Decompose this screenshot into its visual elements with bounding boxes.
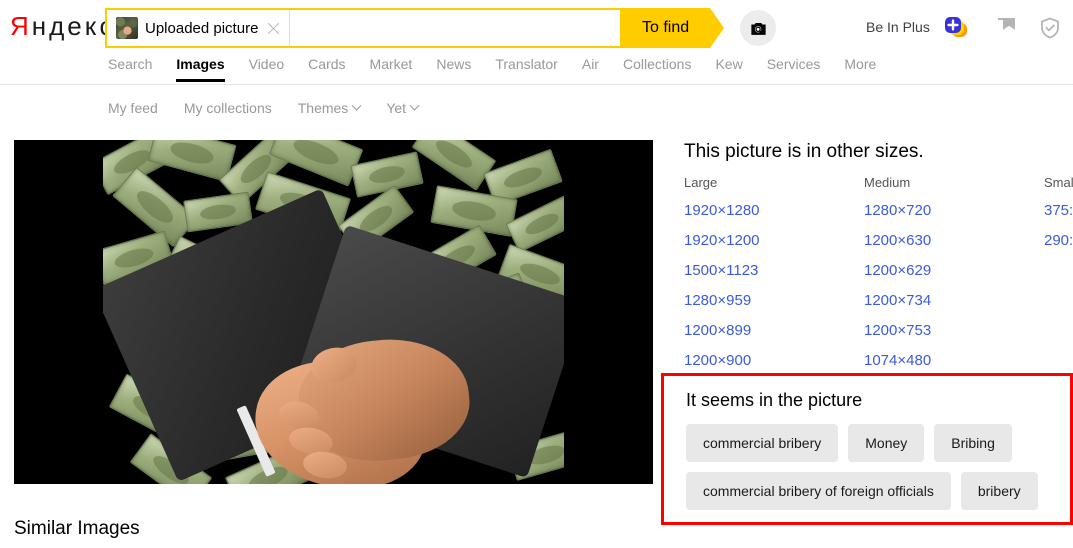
size-link[interactable]: 1200×900 (684, 352, 859, 369)
nav-item-market[interactable]: Market (358, 52, 425, 85)
size-column-title: Smal (1044, 175, 1073, 190)
it-seems-title: It seems in the picture (686, 390, 863, 410)
subnav-item-label: My collections (183, 100, 272, 116)
size-column-smal: Smal 375: 290: (1044, 175, 1073, 262)
shield-check-icon[interactable] (1038, 16, 1062, 40)
nav-item-kew[interactable]: Kew (703, 52, 754, 85)
bookmark-flag-icon[interactable] (994, 16, 1018, 40)
main-navigation: Search Images Video Cards Market News Translat… (0, 52, 1073, 85)
suggested-tag[interactable]: commercial bribery (686, 424, 839, 462)
size-column-large: Large 1920×1280 1920×1200 1500×1123 1280×959… (684, 175, 859, 382)
nav-item-translator[interactable]: Translator (483, 52, 570, 85)
nav-item-collections[interactable]: Collections (611, 52, 703, 85)
nav-item-services[interactable]: Services (755, 52, 833, 85)
yandex-logo[interactable]: Яндекс (10, 13, 115, 39)
other-sizes-columns: Large 1920×1280 1920×1200 1500×1123 1280×959… (684, 175, 1073, 369)
main-image-content (103, 140, 564, 484)
uploaded-picture-chip[interactable]: Uploaded picture (107, 10, 291, 46)
similar-images-heading: Similar Images (14, 518, 140, 539)
other-sizes-heading: This picture is in other sizes. (684, 141, 924, 162)
nav-item-search[interactable]: Search (108, 52, 164, 85)
search-field[interactable]: Uploaded picture (105, 8, 665, 48)
size-link[interactable]: 1280×720 (864, 202, 1039, 219)
yandex-images-result-page: Яндекс Uploaded picture To find Be In Pl… (0, 0, 1073, 548)
subnav-item-label: Yet (386, 100, 407, 116)
main-navigation-list: Search Images Video Cards Market News Translat… (108, 52, 888, 85)
search-input[interactable] (290, 10, 665, 46)
suggested-tags-list: commercial bribery Money Bribing commercial… (686, 424, 1073, 510)
size-link[interactable]: 1200×734 (864, 292, 1039, 309)
camera-search-button[interactable] (740, 10, 776, 46)
chevron-down-icon (409, 100, 420, 111)
nav-item-video[interactable]: Video (237, 52, 297, 85)
size-link[interactable]: 375: (1044, 202, 1073, 219)
suggested-tag[interactable]: commercial bribery of foreign officials (686, 472, 951, 510)
page-header: Яндекс Uploaded picture To find Be In Pl… (0, 0, 1073, 54)
suggested-tag[interactable]: bribery (960, 472, 1038, 510)
nav-item-images[interactable]: Images (164, 52, 236, 85)
size-link[interactable]: 1200×899 (684, 322, 859, 339)
suggested-tag[interactable]: Bribing (934, 424, 1012, 462)
size-link[interactable]: 290: (1044, 232, 1073, 249)
subnav-item-label: Themes (297, 100, 349, 116)
it-seems-in-the-picture-panel: It seems in the picture commercial bribe… (661, 373, 1073, 525)
size-column-title: Large (684, 175, 718, 190)
size-column-title: Medium (864, 175, 911, 190)
size-link[interactable]: 1200×630 (864, 232, 1039, 249)
find-button[interactable]: To find (620, 8, 724, 48)
be-in-plus-link[interactable]: Be In Plus (866, 19, 930, 35)
uploaded-image-thumbnail-icon (116, 17, 138, 39)
logo-letter-ya: Я (10, 11, 32, 41)
camera-search-icon (750, 22, 766, 35)
size-link[interactable]: 1920×1200 (684, 232, 859, 249)
uploaded-picture-label: Uploaded picture (145, 19, 259, 37)
chevron-down-icon (351, 100, 362, 111)
yandex-plus-badge-icon[interactable] (944, 16, 970, 40)
subnav-item-my-collections[interactable]: My collections (171, 100, 285, 116)
size-link[interactable]: 1500×1123 (684, 262, 859, 279)
find-button-label: To find (642, 19, 690, 36)
subnav-item-my-feed[interactable]: My feed (108, 100, 171, 116)
close-icon[interactable] (266, 21, 281, 36)
subnav-item-themes[interactable]: Themes (285, 100, 374, 116)
size-link[interactable]: 1074×480 (864, 352, 1039, 369)
nav-item-news[interactable]: News (424, 52, 483, 85)
logo-text: ндекс (31, 11, 116, 41)
size-link[interactable]: 1920×1280 (684, 202, 859, 219)
nav-item-cards[interactable]: Cards (296, 52, 357, 85)
size-link[interactable]: 1200×629 (864, 262, 1039, 279)
main-image-preview[interactable] (14, 140, 653, 484)
nav-item-more[interactable]: More (832, 52, 888, 85)
sub-navigation: My feed My collections Themes Yet (108, 97, 431, 119)
size-link[interactable]: 1200×753 (864, 322, 1039, 339)
subnav-item-label: My feed (108, 100, 158, 116)
nav-item-air[interactable]: Air (570, 52, 611, 85)
size-column-medium: Medium 1280×720 1200×630 1200×629 1200×734 12… (864, 175, 1039, 382)
subnav-item-yet[interactable]: Yet (373, 100, 431, 116)
size-link[interactable]: 1280×959 (684, 292, 859, 309)
suggested-tag[interactable]: Money (848, 424, 925, 462)
